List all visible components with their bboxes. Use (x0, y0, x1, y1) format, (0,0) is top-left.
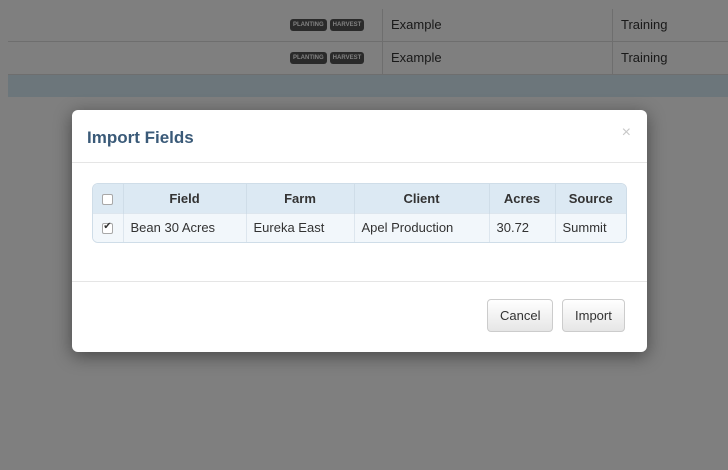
modal-title: Import Fields (87, 128, 194, 147)
farm-cell: Eureka East (245, 212, 354, 242)
column-header-field[interactable]: Field (122, 184, 246, 213)
table-header-row: Field Farm Client Acres Source (93, 184, 626, 213)
import-button[interactable]: Import (562, 299, 625, 332)
modal-footer: Cancel Import (72, 282, 647, 352)
modal-body: Field Farm Client Acres Source Bean 30 A… (72, 163, 647, 282)
select-all-checkbox[interactable] (102, 193, 114, 205)
row-checkbox[interactable] (102, 221, 114, 235)
column-header-source[interactable]: Source (554, 184, 626, 213)
row-select-cell (93, 212, 123, 242)
table-row[interactable]: Bean 30 Acres Eureka East Apel Productio… (93, 212, 626, 242)
select-all-cell (93, 184, 123, 213)
column-header-client[interactable]: Client (353, 184, 489, 213)
import-fields-modal: Import Fields × Field Farm Client Acres … (72, 110, 647, 352)
close-icon[interactable]: × (622, 124, 631, 142)
column-header-farm[interactable]: Farm (245, 184, 354, 213)
fields-table: Field Farm Client Acres Source Bean 30 A… (92, 183, 627, 243)
client-cell: Apel Production (353, 212, 489, 242)
field-cell: Bean 30 Acres (122, 212, 246, 242)
source-cell: Summit (554, 212, 626, 242)
column-header-acres[interactable]: Acres (488, 184, 555, 213)
modal-header: Import Fields × (72, 110, 647, 163)
cancel-button[interactable]: Cancel (487, 299, 554, 332)
acres-cell: 30.72 (488, 212, 555, 242)
